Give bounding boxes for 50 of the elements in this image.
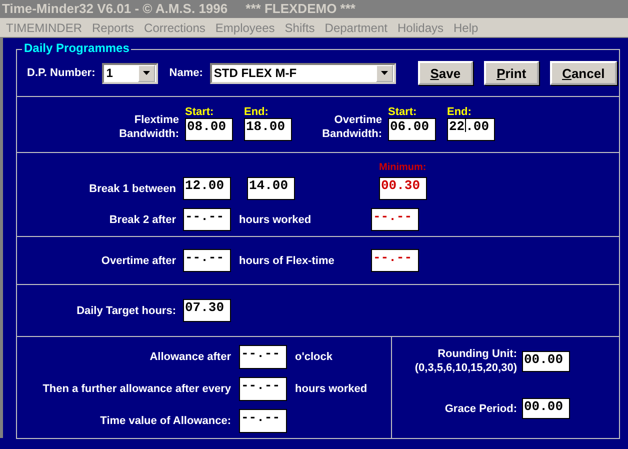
field-label: Grace Period: — [444, 402, 517, 414]
field-suffix: o'clock — [295, 351, 332, 363]
input-field[interactable]: --.-- — [183, 249, 231, 272]
action-button[interactable]: Cancel — [550, 61, 617, 85]
field-label: Overtime after — [100, 254, 176, 266]
input-field[interactable]: 12.00 — [183, 177, 231, 200]
input-field[interactable]: --.-- — [239, 377, 287, 401]
input-field[interactable]: --.-- — [371, 249, 419, 272]
input-field[interactable]: --.-- — [371, 208, 419, 231]
field-label: Break 2 after — [108, 214, 176, 226]
field-suffix: hours of Flex-time — [238, 254, 336, 266]
start-label: Start: — [388, 106, 418, 118]
input-field[interactable]: 00.00 — [522, 398, 570, 419]
dropdown-button[interactable] — [138, 64, 156, 82]
end-label: End: — [244, 106, 270, 118]
name-dropdown[interactable]: STD FLEX M-F — [210, 62, 396, 84]
input-field[interactable]: 00.00 — [522, 350, 570, 372]
caret-icon — [380, 71, 388, 75]
field-label: D.P. Number: — [27, 67, 96, 79]
field-label: Daily Target hours: — [76, 304, 176, 316]
dropdown-button[interactable] — [376, 64, 393, 82]
input-field[interactable]: --.-- — [239, 345, 287, 369]
group-title: Daily Programmes — [22, 41, 132, 55]
number-dropdown[interactable]: 1 — [102, 62, 158, 84]
input-field[interactable]: 07.30 — [183, 299, 231, 322]
input-field[interactable]: 06.00 — [388, 118, 436, 141]
field-label: Overtime Bandwidth: — [321, 113, 382, 141]
input-field[interactable]: --.-- — [239, 409, 287, 433]
input-field[interactable]: 00.30 — [379, 177, 427, 200]
field-suffix: hours worked — [295, 383, 368, 395]
input-field[interactable]: 08.00 — [185, 118, 233, 141]
input-field[interactable]: 22.00 — [447, 118, 495, 141]
field-label: Then a further allowance after every — [42, 383, 231, 395]
action-button[interactable]: Print — [484, 61, 539, 85]
field-label: Allowance after — [148, 351, 231, 363]
input-field[interactable]: 14.00 — [247, 177, 295, 200]
minimum-label: Minimum: — [379, 162, 426, 173]
field-label: Rounding Unit: (0,3,5,6,10,15,20,30) — [414, 347, 517, 375]
field-label: Flextime Bandwidth: — [118, 113, 179, 141]
start-label: Start: — [185, 106, 215, 118]
field-label: Break 1 between — [88, 182, 176, 194]
field-label: Time value of Allowance: — [99, 415, 231, 427]
input-field[interactable]: --.-- — [183, 208, 231, 231]
field-suffix: hours worked — [238, 214, 312, 226]
window-title: Time-Minder32 V6.01 - © A.M.S. 1996 *** FLEXDEMO *** — [2, 1, 356, 16]
action-button[interactable]: Save — [418, 61, 473, 85]
caret-icon — [143, 71, 150, 75]
field-label: Name: — [169, 67, 203, 79]
end-label: End: — [447, 106, 472, 118]
input-field[interactable]: 18.00 — [244, 118, 292, 141]
